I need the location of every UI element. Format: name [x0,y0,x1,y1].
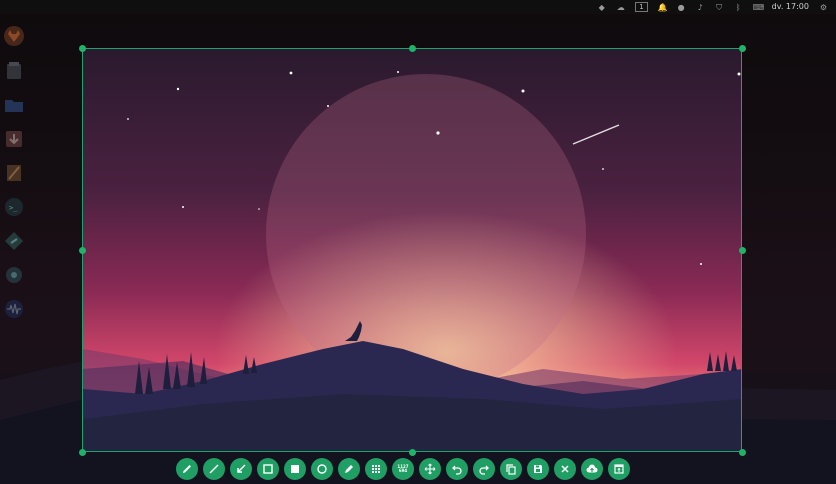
app-icon [5,232,23,250]
resize-handle-top[interactable] [409,45,416,52]
dock-item-settings[interactable] [2,263,26,287]
dock-item-files[interactable] [2,59,26,83]
circle-tool-button[interactable] [311,458,333,480]
redo-button[interactable] [473,458,495,480]
clock[interactable]: dv. 17:00 [772,2,809,12]
dock-item-app[interactable] [2,229,26,253]
gitlab-icon [4,26,24,46]
line-tool-button[interactable] [203,458,225,480]
selection-height: 694 [398,468,408,473]
upload-button[interactable] [581,458,603,480]
marker-icon [345,465,353,473]
save-button[interactable] [527,458,549,480]
rectangle-outline-icon [263,464,273,474]
selection-size-label: 1127 694 [397,464,408,474]
arrow-icon [237,464,246,473]
pencil-icon [183,465,191,473]
pixelate-icon [372,465,380,473]
arrow-tool-button[interactable] [230,458,252,480]
files-icon [7,62,21,79]
svg-text:>_: >_ [9,204,18,212]
undo-icon [452,465,462,475]
rectangle-outline-tool-button[interactable] [257,458,279,480]
volume-icon[interactable]: ♪ [696,3,705,12]
copy-button[interactable] [500,458,522,480]
notification-bell-icon[interactable]: 🔔 [658,3,668,12]
pencil-tool-button[interactable] [176,458,198,480]
rectangle-filled-tool-button[interactable] [284,458,306,480]
undo-button[interactable] [446,458,468,480]
terminal-icon: >_ [5,198,23,216]
dock-item-folder[interactable] [2,93,26,117]
capture-selection[interactable] [82,48,742,452]
pixelate-tool-button[interactable] [365,458,387,480]
resize-handle-bottom-right[interactable] [739,449,746,456]
keyboard-icon[interactable]: ⌨ [753,3,765,12]
capture-toolbar: 1127 694 [176,458,630,480]
redo-icon [479,465,489,475]
bluetooth-icon[interactable]: ᛒ [734,3,743,12]
power-gear-icon[interactable]: ⚙ [819,3,828,12]
resize-handle-bottom-left[interactable] [79,449,86,456]
workspace-indicator[interactable]: 1 [635,2,648,12]
resize-handle-bottom[interactable] [409,449,416,456]
dock-item-downloads[interactable] [2,127,26,151]
line-icon [209,464,219,474]
resize-handle-top-left[interactable] [79,45,86,52]
pin-button[interactable] [608,458,630,480]
wallpaper-preview [83,49,741,451]
text-editor-icon [7,165,21,181]
selection-size-button[interactable]: 1127 694 [392,458,414,480]
downloads-icon [6,131,22,147]
pin-window-icon [614,464,624,474]
dock-item-gitlab[interactable] [2,24,26,48]
settings-icon [6,267,22,283]
resize-handle-top-right[interactable] [739,45,746,52]
copy-icon [506,464,516,475]
cloud-upload-icon [586,464,598,473]
top-panel: ◆ ☁ 1 🔔 ● ♪ ⛉ ᛒ ⌨ dv. 17:00 ⚙ [0,0,836,14]
vpn-icon[interactable]: ◆ [597,3,606,12]
move-icon [424,463,436,475]
rectangle-filled-icon [291,465,299,473]
audio-icon [5,300,23,318]
dock-item-terminal[interactable]: >_ [2,195,26,219]
cloud-icon[interactable]: ☁ [616,3,625,12]
dock-item-text-editor[interactable] [2,161,26,185]
resize-handle-left[interactable] [79,247,86,254]
close-button[interactable] [554,458,576,480]
move-selection-button[interactable] [419,458,441,480]
shield-icon[interactable]: ⛉ [715,3,724,12]
moon [266,74,586,394]
save-icon [534,465,542,473]
circle-icon [317,464,327,474]
user-avatar-icon[interactable]: ● [677,3,686,12]
resize-handle-right[interactable] [739,247,746,254]
dock-item-audio[interactable] [2,297,26,321]
folder-icon [5,100,23,112]
marker-tool-button[interactable] [338,458,360,480]
close-icon [561,465,569,473]
